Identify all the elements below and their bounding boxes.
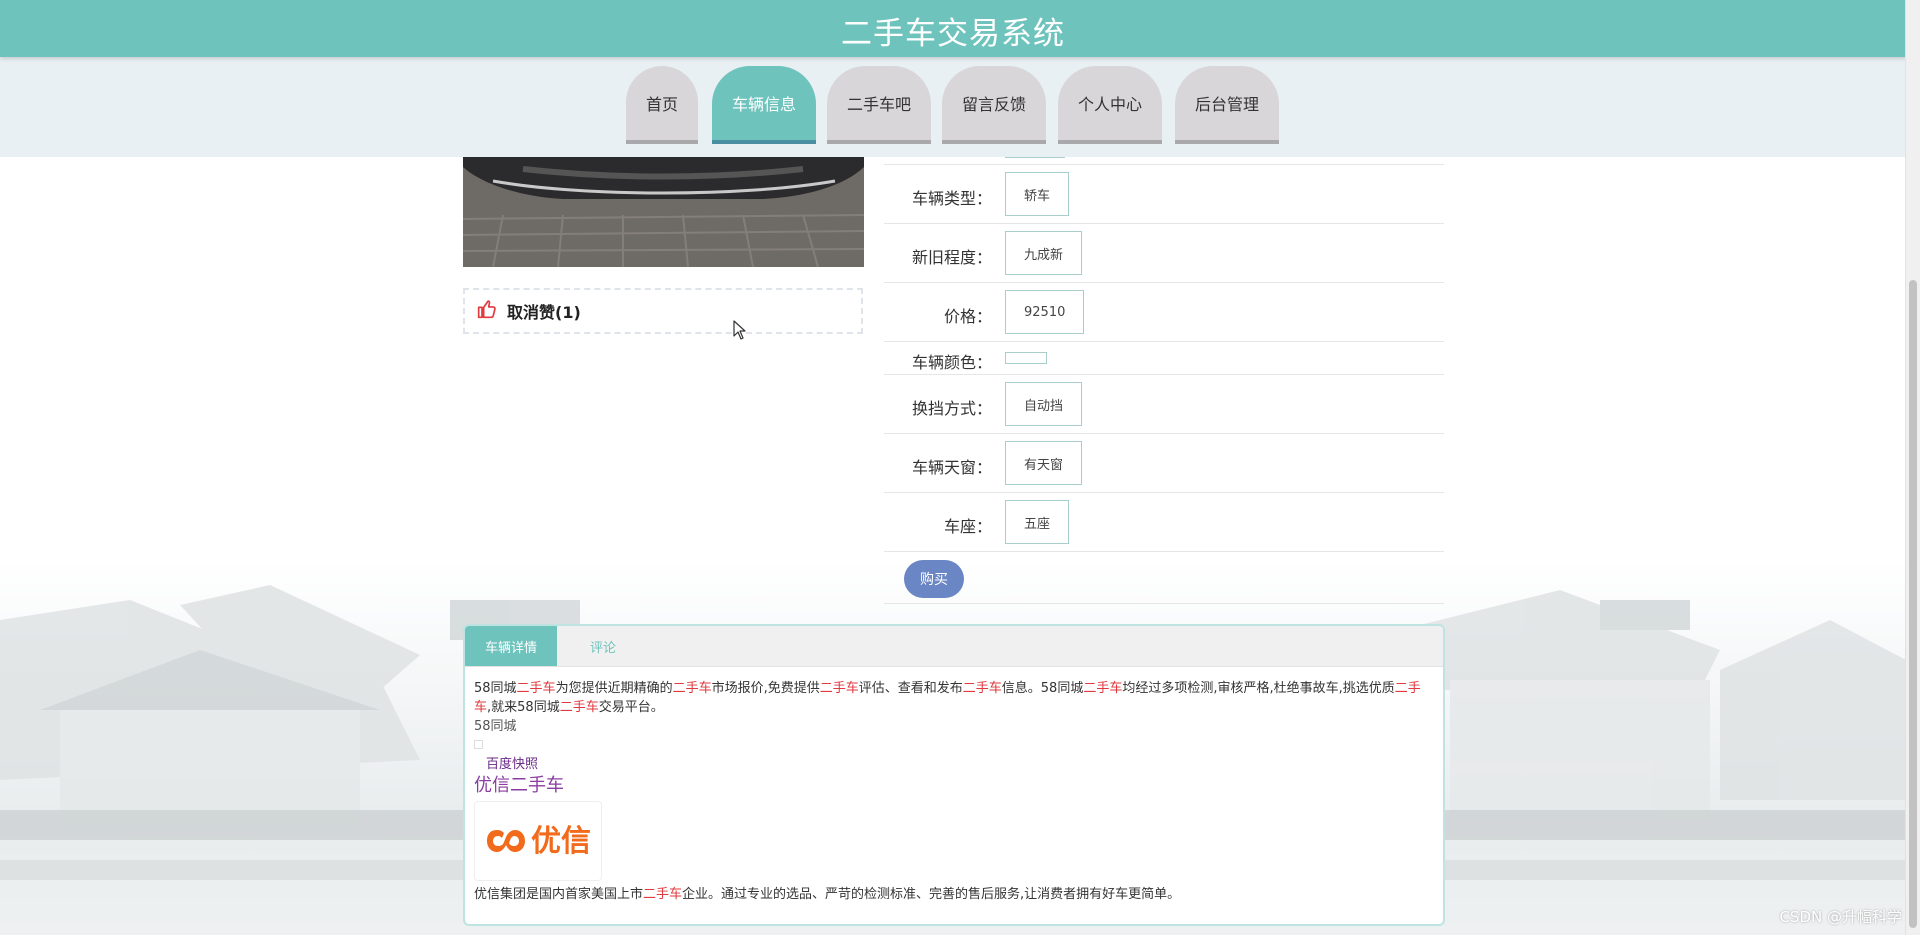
car-photo bbox=[463, 157, 864, 267]
keyword-highlight: 二手车 bbox=[1083, 681, 1123, 696]
info-value: 九成新 bbox=[1005, 231, 1083, 275]
vertical-scrollbar[interactable] bbox=[1905, 0, 1920, 935]
intro-text: 为您提供近期精确的 bbox=[555, 681, 673, 696]
info-label: 车辆颜色： bbox=[911, 353, 992, 372]
tab-car-details[interactable]: 车辆详情 bbox=[465, 626, 557, 666]
csdn-watermark: CSDN @升幅科学 bbox=[1779, 908, 1902, 926]
logo-text: 优信 bbox=[531, 823, 591, 859]
broken-image-icon bbox=[474, 740, 483, 749]
detail-panel: 车辆详情 评论 58同城二手车为您提供近期精确的二手车市场报价,免费提供二手车评… bbox=[463, 624, 1445, 926]
snapshot-link[interactable]: 百度快照 bbox=[486, 757, 538, 772]
scrollbar-thumb[interactable] bbox=[1909, 280, 1917, 928]
desc-text: 企业。通过专业的选品、严苛的检测标准、完善的售后服务,让消费者拥有好车更简单。 bbox=[682, 887, 1181, 902]
intro-text: 交易平台。 bbox=[598, 700, 664, 715]
intro-text: ,就来58同城 bbox=[487, 700, 560, 715]
like-toggle[interactable]: 取消赞(1) bbox=[463, 288, 863, 334]
nav-car-info[interactable]: 车辆信息 bbox=[712, 66, 816, 144]
keyword-highlight: 二手车 bbox=[819, 681, 859, 696]
site-header: 二手车交易系统 bbox=[0, 0, 1906, 57]
source-label: 58同城 bbox=[474, 719, 517, 734]
thumbs-up-icon bbox=[477, 299, 497, 323]
buy-button[interactable]: 购买 bbox=[904, 560, 964, 598]
nav-admin[interactable]: 后台管理 bbox=[1175, 66, 1279, 144]
nav-feedback[interactable]: 留言反馈 bbox=[942, 66, 1046, 144]
uxin-logo-icon bbox=[487, 830, 525, 852]
info-value: 五座 bbox=[1005, 500, 1070, 544]
info-label: 新旧程度： bbox=[911, 248, 992, 267]
info-value: 有天窗 bbox=[1005, 441, 1083, 485]
desc-text: 优信集团是国内首家美国上市 bbox=[474, 887, 644, 902]
info-row-actions bbox=[884, 552, 1444, 604]
brand-description: 优信集团是国内首家美国上市二手车企业。通过专业的选品、严苛的检测标准、完善的售后… bbox=[474, 885, 1436, 904]
nav-forum[interactable]: 二手车吧 bbox=[827, 66, 931, 144]
info-row-price: 价格： 92510 bbox=[884, 283, 1444, 342]
intro-text: 市场报价,免费提供 bbox=[711, 681, 820, 696]
main-nav: 首页 车辆信息 二手车吧 留言反馈 个人中心 后台管理 bbox=[0, 57, 1906, 157]
keyword-highlight: 二手车 bbox=[559, 700, 599, 715]
info-label: 车辆天窗： bbox=[911, 458, 992, 477]
info-value bbox=[1005, 352, 1047, 364]
info-label: 车辆类型： bbox=[911, 189, 992, 208]
intro-text: 信息。58同城 bbox=[1001, 681, 1084, 696]
info-value: 92510 bbox=[1005, 290, 1085, 334]
keyword-highlight: 二手车 bbox=[672, 681, 712, 696]
intro-paragraph: 58同城二手车为您提供近期精确的二手车市场报价,免费提供二手车评估、查看和发布二… bbox=[474, 679, 1436, 717]
like-label: 取消赞(1) bbox=[507, 303, 581, 322]
info-row-transmission: 换挡方式： 自动挡 bbox=[884, 375, 1444, 434]
nav-home[interactable]: 首页 bbox=[626, 66, 698, 144]
intro-text: 58同城 bbox=[474, 681, 517, 696]
info-value: 轿车 bbox=[1005, 172, 1070, 216]
intro-text: 评估、查看和发布 bbox=[858, 681, 963, 696]
info-label: 价格： bbox=[943, 307, 992, 326]
info-row-partial bbox=[884, 157, 1444, 165]
detail-content: 58同城二手车为您提供近期精确的二手车市场报价,免费提供二手车评估、查看和发布二… bbox=[474, 679, 1436, 904]
brand-title-link[interactable]: 优信二手车 bbox=[474, 774, 1436, 798]
uxin-logo: 优信 bbox=[474, 801, 602, 881]
keyword-highlight: 二手车 bbox=[643, 887, 683, 902]
info-row-sunroof: 车辆天窗： 有天窗 bbox=[884, 434, 1444, 493]
mouse-cursor-icon bbox=[733, 320, 747, 344]
nav-profile[interactable]: 个人中心 bbox=[1058, 66, 1162, 144]
tab-comments[interactable]: 评论 bbox=[557, 626, 649, 666]
info-row-color: 车辆颜色： bbox=[884, 342, 1444, 375]
car-front-image bbox=[463, 157, 864, 267]
info-value-partial bbox=[1005, 157, 1065, 158]
info-row-seats: 车座： 五座 bbox=[884, 493, 1444, 552]
info-row-condition: 新旧程度： 九成新 bbox=[884, 224, 1444, 283]
info-row-type: 车辆类型： 轿车 bbox=[884, 165, 1444, 224]
info-label: 换挡方式： bbox=[911, 399, 992, 418]
info-label: 车座： bbox=[943, 517, 992, 536]
keyword-highlight: 二手车 bbox=[516, 681, 556, 696]
site-title: 二手车交易系统 bbox=[841, 16, 1065, 52]
detail-tab-strip: 车辆详情 评论 bbox=[465, 626, 1443, 667]
keyword-highlight: 二手车 bbox=[962, 681, 1002, 696]
info-value: 自动挡 bbox=[1005, 382, 1083, 426]
intro-text: 均经过多项检测,审核严格,杜绝事故车,挑选优质 bbox=[1122, 681, 1395, 696]
